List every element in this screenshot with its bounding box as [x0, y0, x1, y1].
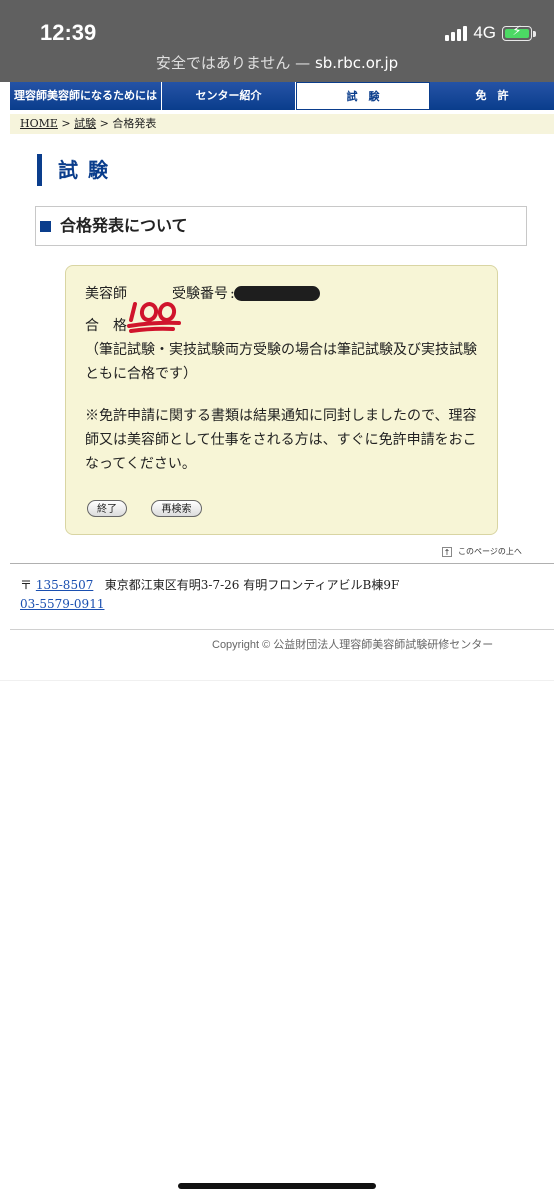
- nav-item-license[interactable]: 免 許: [430, 82, 554, 110]
- blank-area: [0, 680, 554, 1201]
- license-type: 美容師: [85, 286, 127, 302]
- address-text: 東京都江東区有明3-7-26 有明フロンティアビルB棟9F: [104, 578, 400, 592]
- breadcrumb-sep: >: [96, 117, 113, 130]
- divider: [10, 629, 554, 630]
- section-heading: 合格発表について: [35, 206, 527, 246]
- footer-address: 〒 135-8507 東京都江東区有明3-7-26 有明フロンティアビルB棟9F: [20, 576, 399, 594]
- license-notice: ※免許申請に関する書類は結果通知に同封しましたので、理容師又は美容師として仕事を…: [85, 408, 477, 472]
- breadcrumb-exam-link[interactable]: 試験: [74, 117, 96, 130]
- global-nav: 理容師美容師になるためには センター紹介 試 験 免 許: [10, 82, 554, 110]
- breadcrumb-current: 合格発表: [112, 117, 157, 130]
- divider: [10, 563, 554, 564]
- nav-item-exam[interactable]: 試 験: [296, 82, 430, 110]
- page-title: 試験: [37, 154, 118, 186]
- section-title: 合格発表について: [60, 216, 188, 235]
- status-time: 12:39: [40, 20, 97, 45]
- home-indicator[interactable]: [178, 1183, 376, 1189]
- footer-phone: 03-5579-0911: [20, 595, 104, 613]
- pass-label: 合 格: [85, 318, 127, 334]
- status-icons: 4G ⚡: [445, 22, 536, 44]
- url-host: sb.rbc.or.jp: [314, 54, 399, 72]
- result-panel: 美容師 受験番号 : 合 格 （筆記試験・実技試験両方受験の場合は筆記試験及び実…: [65, 265, 498, 535]
- nav-item-becoming[interactable]: 理容師美容師になるためには: [10, 82, 162, 110]
- signal-bars-icon: [445, 25, 468, 41]
- address-bar[interactable]: 安全ではありません — sb.rbc.or.jp: [0, 52, 554, 73]
- postal-code-link[interactable]: 135-8507: [36, 578, 94, 592]
- network-type: 4G: [473, 23, 496, 42]
- insecure-label: 安全ではありません —: [155, 54, 311, 72]
- research-button[interactable]: 再検索: [151, 500, 202, 517]
- page-top-link[interactable]: ↑ このページの上へ: [442, 546, 522, 557]
- postal-mark: 〒: [20, 578, 33, 592]
- copyright: Copyright © 公益財団法人理容師美容師試験研修センター: [212, 639, 494, 651]
- end-button[interactable]: 終了: [87, 500, 127, 517]
- page-top-label: このページの上へ: [458, 547, 522, 556]
- battery-charging-icon: ⚡: [502, 24, 536, 41]
- redacted-exam-number: [234, 286, 320, 301]
- web-page: 理容師美容師になるためには センター紹介 試 験 免 許 HOME > 試験 >…: [10, 82, 554, 680]
- arrow-up-box-icon: ↑: [442, 546, 452, 557]
- breadcrumb-home-link[interactable]: HOME: [20, 117, 58, 130]
- breadcrumb-sep: >: [57, 117, 75, 130]
- hundred-points-icon: [127, 302, 181, 333]
- phone-link[interactable]: 03-5579-0911: [20, 597, 104, 611]
- browser-chrome: 12:39 4G ⚡ 安全ではありません — sb.rbc.or.jp: [0, 0, 554, 82]
- bullet-square-icon: [40, 221, 51, 232]
- breadcrumb: HOME > 試験 > 合格発表: [10, 114, 554, 134]
- pass-note: （筆記試験・実技試験両方受験の場合は筆記試験及び実技試験ともに合格です）: [85, 342, 477, 382]
- nav-item-center[interactable]: センター紹介: [162, 82, 296, 110]
